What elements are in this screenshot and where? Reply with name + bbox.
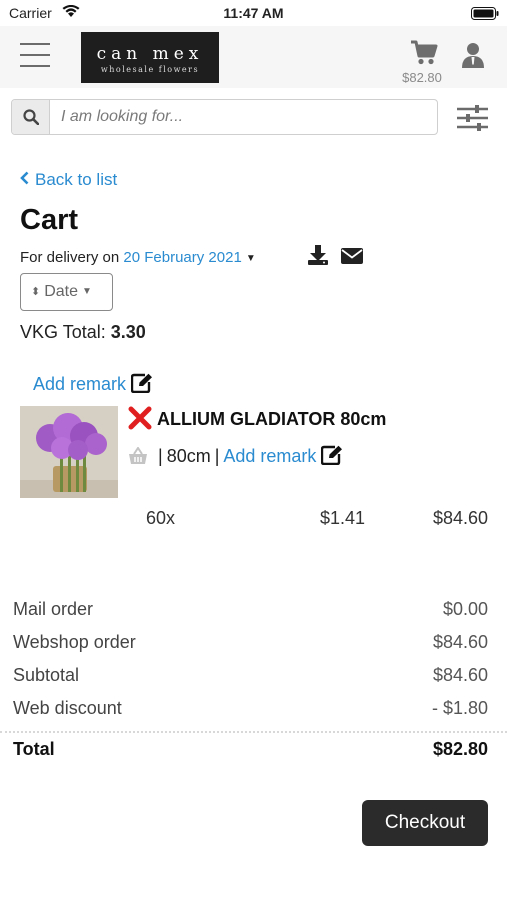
cart-icon[interactable] — [410, 40, 438, 71]
vkg-total: VKG Total: 3.30 — [20, 322, 146, 343]
sort-icon: ⬍ — [31, 286, 41, 299]
back-to-list-link[interactable]: Back to list — [20, 170, 117, 190]
divider — [0, 731, 507, 733]
back-to-list-label: Back to list — [35, 170, 118, 189]
mail-icon[interactable] — [341, 248, 363, 269]
chevron-down-icon[interactable]: ▼ — [246, 253, 256, 264]
edit-icon[interactable] — [321, 445, 343, 470]
item-quantity[interactable]: 60x — [146, 508, 175, 529]
menu-icon[interactable] — [20, 43, 50, 67]
summary-row-webshop-order: Webshop order $84.60 — [0, 630, 507, 663]
product-size: 80cm — [166, 446, 211, 466]
total-value: $82.80 — [432, 739, 488, 759]
remove-item-icon[interactable] — [128, 406, 152, 435]
search-icon — [23, 109, 39, 125]
separator: | — [214, 446, 220, 466]
logo-name: can mex — [96, 44, 204, 64]
search-row — [0, 88, 507, 148]
checkout-button[interactable]: Checkout — [362, 800, 488, 846]
add-remark-label: Add remark — [33, 374, 127, 394]
summary-value: $0.00 — [442, 599, 488, 619]
add-remark-link[interactable]: Add remark — [33, 373, 153, 398]
summary-row-subtotal: Subtotal $84.60 — [0, 663, 507, 696]
basket-icon — [128, 446, 148, 470]
app-header: can mex wholesale flowers $82.80 — [0, 26, 507, 88]
search-button[interactable] — [12, 100, 50, 134]
total-label: Total — [13, 739, 55, 759]
delivery-prefix: For delivery on — [20, 249, 120, 266]
summary-row-web-discount: Web discount - $1.80 — [0, 696, 507, 729]
item-unit-price: $1.41 — [320, 508, 366, 528]
status-time: 11:47 AM — [223, 5, 284, 21]
summary-value: - $1.80 — [431, 698, 488, 718]
page-title: Cart — [20, 204, 79, 236]
status-bar: Carrier 11:47 AM — [0, 0, 507, 26]
summary-label: Web discount — [13, 698, 122, 718]
product-image — [20, 406, 118, 498]
summary-value: $84.60 — [432, 665, 488, 685]
product-name: ALLIUM GLADIATOR 80cm — [157, 409, 387, 429]
item-add-remark-link[interactable]: Add remark — [223, 446, 316, 466]
sort-label: Date — [44, 283, 79, 301]
vkg-label: VKG Total: — [20, 322, 106, 342]
search-box — [11, 99, 438, 135]
summary-total: Total $82.80 — [0, 737, 507, 765]
sort-date-button[interactable]: ⬍ Date ▼ — [20, 273, 113, 311]
summary-label: Webshop order — [13, 632, 136, 652]
delivery-date-dropdown[interactable]: 20 February 2021 — [123, 249, 241, 266]
separator: | — [158, 446, 163, 466]
filter-icon[interactable] — [456, 104, 489, 137]
summary-value: $84.60 — [432, 632, 488, 652]
product-meta: | 80cm | Add remark — [128, 445, 343, 470]
download-icon[interactable] — [307, 244, 329, 271]
summary-row-mail-order: Mail order $0.00 — [0, 597, 507, 630]
chevron-down-icon: ▼ — [82, 286, 92, 297]
chevron-left-icon — [20, 170, 29, 190]
order-summary: Mail order $0.00 Webshop order $84.60 Su… — [0, 597, 507, 729]
summary-label: Mail order — [13, 599, 94, 619]
item-line-total: $84.60 — [432, 508, 488, 528]
summary-label: Subtotal — [13, 665, 80, 685]
battery-icon — [471, 7, 499, 23]
edit-icon — [130, 373, 153, 398]
search-input[interactable] — [51, 100, 436, 134]
vkg-value: 3.30 — [110, 322, 146, 342]
logo[interactable]: can mex wholesale flowers — [81, 32, 219, 83]
user-icon[interactable] — [461, 42, 485, 73]
logo-tagline: wholesale flowers — [100, 65, 200, 74]
cart-total: $82.80 — [402, 70, 442, 85]
delivery-row: For delivery on 20 February 2021 ▼ — [20, 249, 256, 266]
